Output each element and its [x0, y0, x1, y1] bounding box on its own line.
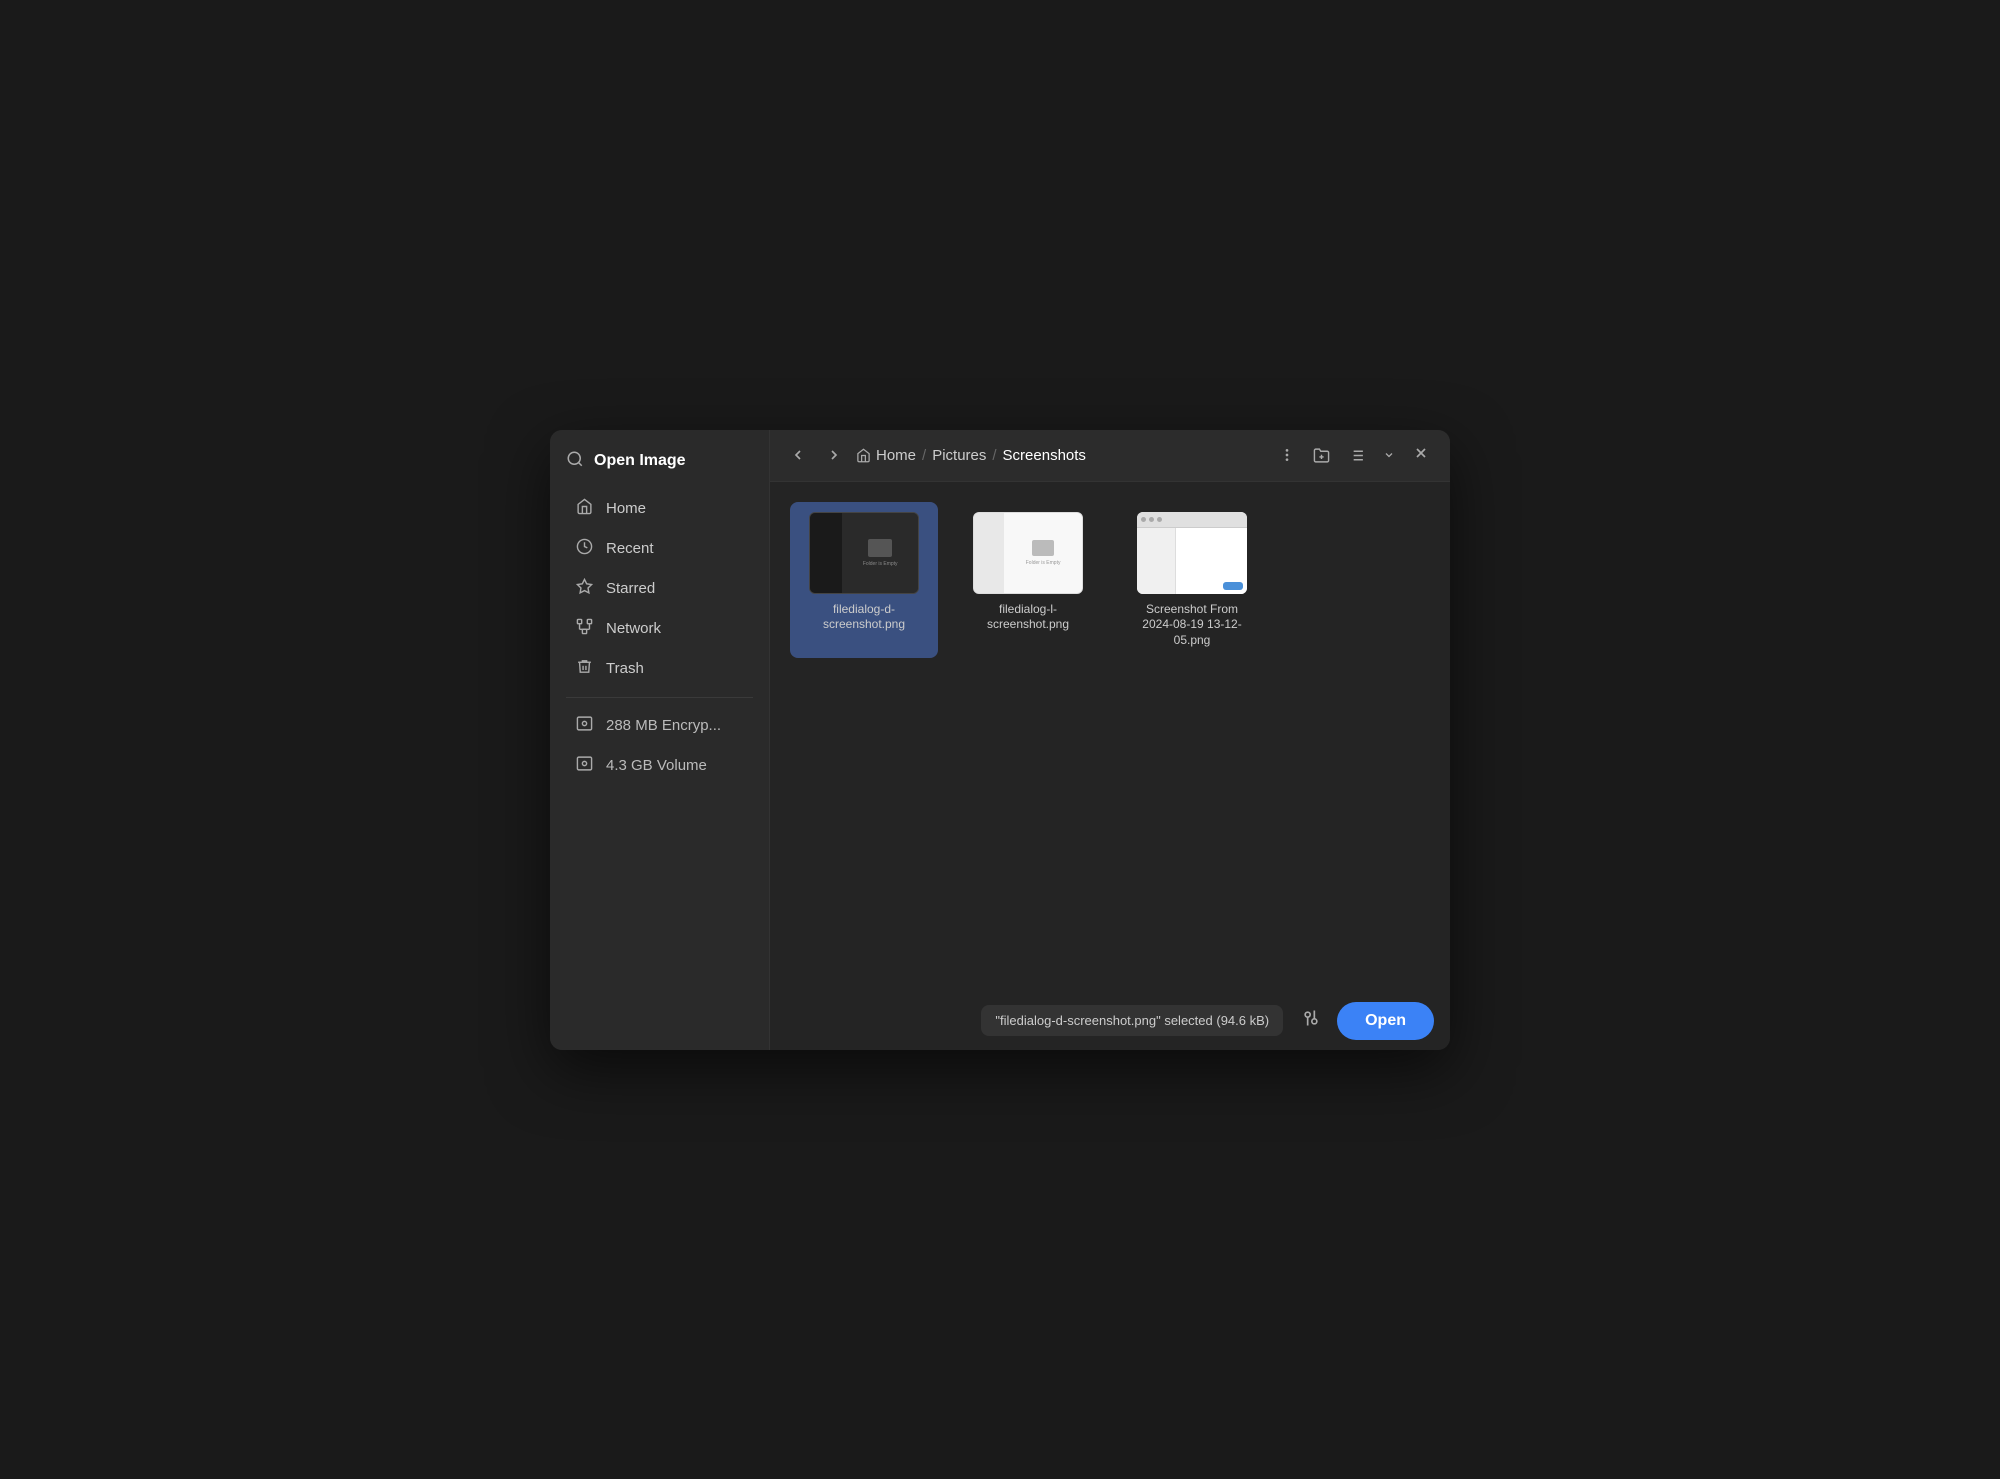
sidebar: Open Image Home: [550, 430, 770, 1050]
sidebar-divider: [566, 697, 753, 698]
file-thumbnail-2: Folder is Empty: [973, 512, 1083, 594]
selected-file-status: "filedialog-d-screenshot.png" selected (…: [981, 1005, 1283, 1036]
sidebar-item-home[interactable]: Home: [558, 490, 761, 528]
back-button[interactable]: [784, 443, 812, 467]
sidebar-item-home-label: Home: [606, 500, 646, 517]
more-options-button[interactable]: [1272, 442, 1302, 468]
open-button[interactable]: Open: [1337, 1002, 1434, 1040]
breadcrumb: Home / Pictures / Screenshots: [856, 447, 1264, 464]
file-name-1: filedialog-d-screenshot.png: [804, 602, 924, 633]
recent-icon: [574, 538, 594, 560]
network-icon: [574, 618, 594, 640]
view-list-button[interactable]: [1341, 442, 1372, 469]
search-icon: [566, 450, 584, 473]
file-item-3[interactable]: Screenshot From 2024-08-19 13-12-05.png: [1118, 502, 1266, 659]
file-dialog: Open Image Home: [550, 430, 1450, 1050]
new-folder-button[interactable]: [1306, 442, 1337, 469]
file-thumbnail-1: Folder is Empty: [809, 512, 919, 594]
sidebar-item-trash[interactable]: Trash: [558, 650, 761, 688]
main-panel: Home / Pictures / Screenshots: [770, 430, 1450, 1050]
disk-icon-1: [574, 715, 594, 737]
trash-icon: [574, 658, 594, 680]
sidebar-item-starred[interactable]: Starred: [558, 570, 761, 608]
sidebar-item-recent-label: Recent: [606, 540, 654, 557]
forward-button[interactable]: [820, 443, 848, 467]
breadcrumb-home-label: Home: [876, 447, 916, 464]
sidebar-item-vol1[interactable]: 288 MB Encryp...: [558, 707, 761, 745]
sidebar-item-trash-label: Trash: [606, 660, 644, 677]
breadcrumb-sep-2: /: [992, 447, 996, 464]
disk-icon-2: [574, 755, 594, 777]
sidebar-item-network-label: Network: [606, 620, 661, 637]
file-item-1[interactable]: Folder is Empty filedialog-d-screenshot.…: [790, 502, 938, 659]
file-item-2[interactable]: Folder is Empty filedialog-l-screenshot.…: [954, 502, 1102, 659]
sidebar-item-vol2-label: 4.3 GB Volume: [606, 757, 707, 774]
breadcrumb-home-icon: [856, 448, 871, 463]
file-name-3: Screenshot From 2024-08-19 13-12-05.png: [1132, 602, 1252, 649]
sidebar-header: Open Image: [550, 442, 769, 489]
file-grid: Folder is Empty filedialog-d-screenshot.…: [770, 482, 1450, 992]
sidebar-item-vol1-label: 288 MB Encryp...: [606, 717, 721, 734]
toolbar-actions: [1272, 440, 1436, 471]
view-dropdown-button[interactable]: [1376, 444, 1402, 466]
file-name-2: filedialog-l-screenshot.png: [968, 602, 1088, 633]
dialog-title: Open Image: [594, 452, 686, 470]
status-actions: Open: [1295, 1002, 1434, 1040]
home-icon: [574, 498, 594, 520]
breadcrumb-home[interactable]: Home: [856, 447, 916, 464]
sidebar-item-recent[interactable]: Recent: [558, 530, 761, 568]
breadcrumb-sep-1: /: [922, 447, 926, 464]
toolbar: Home / Pictures / Screenshots: [770, 430, 1450, 482]
close-button[interactable]: [1406, 440, 1436, 471]
file-thumbnail-3: [1137, 512, 1247, 594]
breadcrumb-pictures[interactable]: Pictures: [932, 447, 986, 464]
status-bar: "filedialog-d-screenshot.png" selected (…: [770, 992, 1450, 1050]
sidebar-item-vol2[interactable]: 4.3 GB Volume: [558, 747, 761, 785]
star-icon: [574, 578, 594, 600]
filter-button[interactable]: [1295, 1002, 1327, 1039]
sidebar-item-network[interactable]: Network: [558, 610, 761, 648]
breadcrumb-screenshots[interactable]: Screenshots: [1003, 447, 1086, 464]
sidebar-item-starred-label: Starred: [606, 580, 655, 597]
